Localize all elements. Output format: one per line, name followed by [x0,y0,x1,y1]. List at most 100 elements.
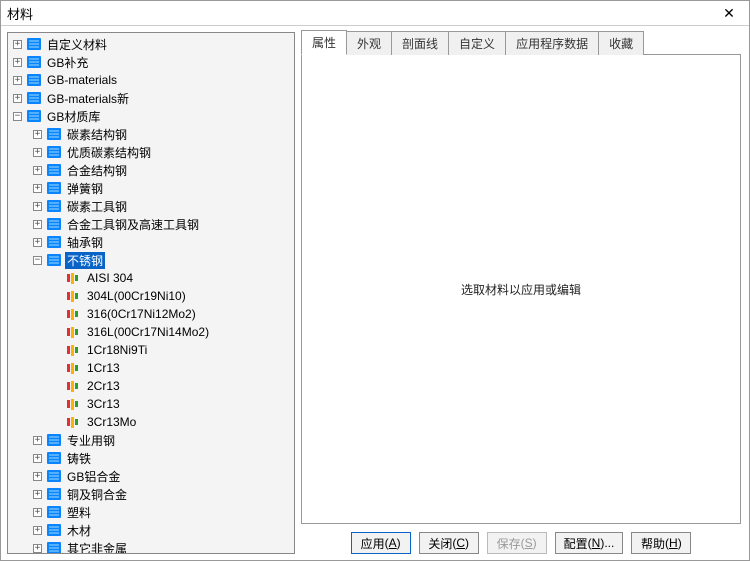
tree-folder[interactable]: + 铸铁 [8,449,294,467]
expand-icon[interactable]: + [32,543,43,554]
tree-folder[interactable]: + GB补充 [8,53,294,71]
expand-icon[interactable]: + [32,201,43,212]
tree-folder[interactable]: +轴承钢 [8,233,294,251]
material-icon [66,343,82,357]
tree-folder[interactable]: + GB-materials新 [8,89,294,107]
close-icon[interactable]: ✕ [715,3,743,23]
tab[interactable]: 剖面线 [391,31,449,55]
folder-icon [46,433,62,447]
tab-strip: 属性外观剖面线自定义应用程序数据收藏 [301,32,741,54]
tree-label: 铜及铜合金 [65,486,129,503]
tab[interactable]: 外观 [346,31,392,55]
titlebar: 材料 ✕ [1,1,749,25]
tree-label: 2Cr13 [85,379,122,393]
content-message: 选取材料以应用或编辑 [461,281,581,298]
folder-icon [46,523,62,537]
tree-item[interactable]: 1Cr18Ni9Ti [8,341,294,359]
expand-icon[interactable]: + [32,453,43,464]
tree-label: 塑料 [65,504,93,521]
tree-folder[interactable]: + 其它非金属 [8,539,294,553]
material-dialog: 材料 ✕ +自定义材料+GB补充+GB-materials+GB-materia… [0,0,750,561]
button-row: 应用(A)关闭(C)保存(S)配置(N)...帮助(H) [301,524,741,554]
expand-icon[interactable]: + [32,471,43,482]
button-label: 关闭 [428,535,452,552]
tree-scroll[interactable]: +自定义材料+GB补充+GB-materials+GB-materials新−G… [8,33,294,553]
tab[interactable]: 属性 [301,30,347,55]
tab-content: 选取材料以应用或编辑 [301,54,741,524]
expand-icon[interactable]: + [32,147,43,158]
expand-icon[interactable]: + [32,165,43,176]
tree-folder[interactable]: + 碳素工具钢 [8,197,294,215]
expand-icon[interactable]: + [12,75,23,86]
tree-item[interactable]: 316(0Cr17Ni12Mo2) [8,305,294,323]
tree-folder[interactable]: + 优质碳素结构钢 [8,143,294,161]
tree-item[interactable]: 2Cr13 [8,377,294,395]
tree-item[interactable]: 3Cr13 [8,395,294,413]
folder-icon [26,109,42,123]
tab[interactable]: 应用程序数据 [505,31,599,55]
help-button[interactable]: 帮助(H) [631,532,691,554]
mnemonic: C [456,536,465,550]
tree-label: GB补充 [45,54,90,71]
tree-label: 自定义材料 [45,36,109,53]
tree-folder[interactable]: + 自定义材料 [8,35,294,53]
expand-icon[interactable]: + [32,525,43,536]
tree-folder[interactable]: −GB材质库 [8,107,294,125]
tree-folder[interactable]: +专业用钢 [8,431,294,449]
config-button[interactable]: 配置(N)... [555,532,624,554]
tab[interactable]: 收藏 [598,31,644,55]
tree-item[interactable]: 304L(00Cr19Ni10) [8,287,294,305]
expand-icon[interactable]: + [32,507,43,518]
button-label: 帮助 [641,535,665,552]
close-button[interactable]: 关闭(C) [419,532,479,554]
tree-label: 碳素工具钢 [65,198,129,215]
tree-label: GB-materials新 [45,90,131,107]
tree-folder[interactable]: −不锈钢 [8,251,294,269]
expand-icon[interactable]: + [32,219,43,230]
expand-icon[interactable]: + [12,39,23,50]
expand-icon[interactable]: + [32,129,43,140]
material-icon [66,325,82,339]
collapse-icon[interactable]: − [32,255,43,266]
material-icon [66,271,82,285]
tree-label: 其它非金属 [65,540,129,554]
mnemonic: A [389,536,397,550]
folder-icon [46,145,62,159]
dialog-body: +自定义材料+GB补充+GB-materials+GB-materials新−G… [1,25,749,560]
expand-icon[interactable]: + [12,57,23,68]
tree-folder[interactable]: +碳素结构钢 [8,125,294,143]
tree-folder[interactable]: +木材 [8,521,294,539]
tree-folder[interactable]: +合金结构钢 [8,161,294,179]
expand-icon[interactable]: + [32,183,43,194]
material-icon [66,289,82,303]
expand-icon[interactable]: + [12,93,23,104]
folder-icon [46,253,62,267]
tree-folder[interactable]: +合金工具钢及高速工具钢 [8,215,294,233]
folder-icon [26,91,42,105]
folder-icon [26,55,42,69]
collapse-icon[interactable]: − [12,111,23,122]
right-panel: 属性外观剖面线自定义应用程序数据收藏 选取材料以应用或编辑 应用(A) 关闭(C)… [295,26,749,560]
tree-folder[interactable]: +弹簧钢 [8,179,294,197]
tree-folder[interactable]: +GB-materials [8,71,294,89]
tree-label: 铸铁 [65,450,93,467]
tab[interactable]: 自定义 [448,31,506,55]
expand-icon[interactable]: + [32,489,43,500]
tree-folder[interactable]: + 塑料 [8,503,294,521]
toggle-spacer [52,381,63,392]
tree-item[interactable]: 3Cr13Mo [8,413,294,431]
toggle-spacer [52,363,63,374]
tree-label: AISI 304 [85,271,135,285]
apply-button[interactable]: 应用(A) [351,532,411,554]
folder-icon [46,505,62,519]
material-icon [66,361,82,375]
expand-icon[interactable]: + [32,237,43,248]
tree-folder[interactable]: +GB铝合金 [8,467,294,485]
expand-icon[interactable]: + [32,435,43,446]
folder-icon [46,469,62,483]
tree-item[interactable]: AISI 304 [8,269,294,287]
tree-folder[interactable]: + 铜及铜合金 [8,485,294,503]
tree-label: 优质碳素结构钢 [65,144,153,161]
tree-item[interactable]: 1Cr13 [8,359,294,377]
tree-item[interactable]: 316L(00Cr17Ni14Mo2) [8,323,294,341]
